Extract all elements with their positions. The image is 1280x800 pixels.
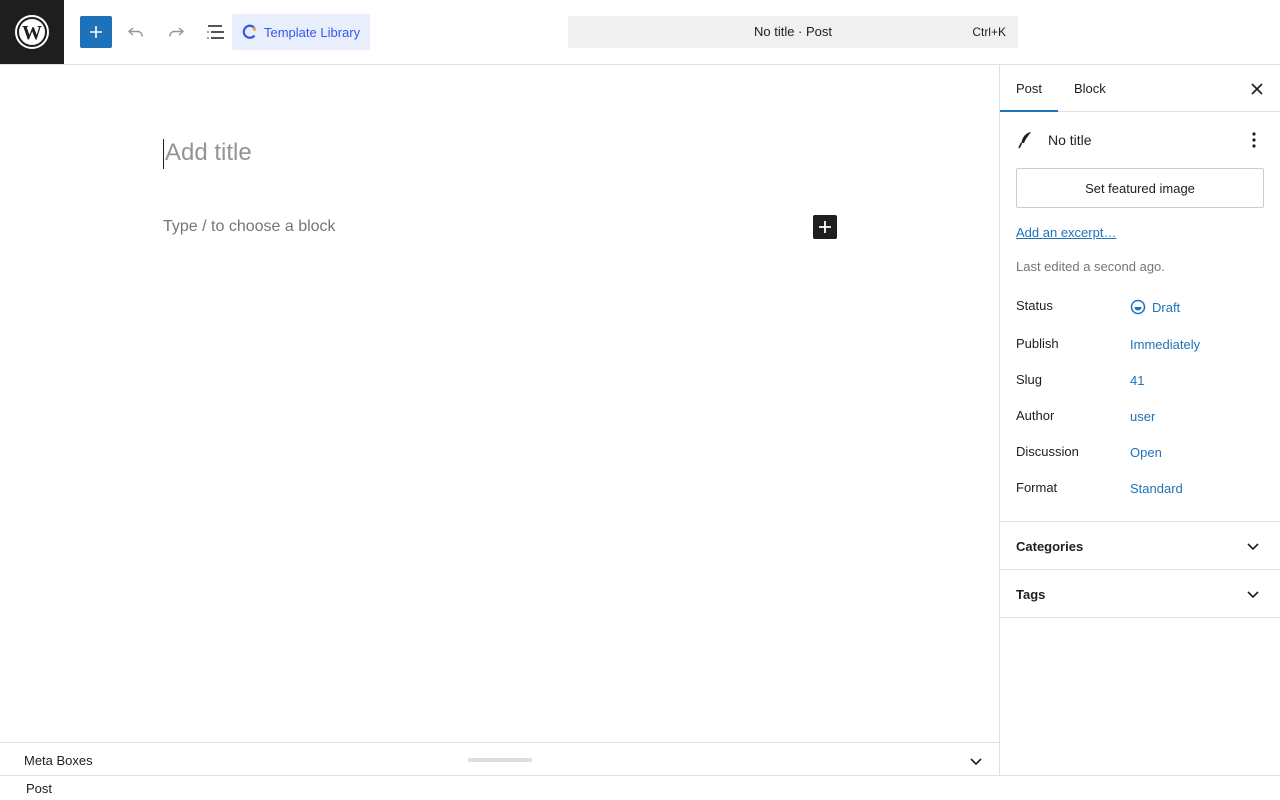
set-featured-image-button[interactable]: Set featured image	[1016, 168, 1264, 208]
plus-icon	[819, 221, 831, 233]
redo-icon	[169, 27, 185, 37]
settings-sidebar: Post Block No title Set featured image A…	[999, 65, 1280, 775]
more-vertical-icon	[1252, 132, 1256, 148]
sidebar-tabs: Post Block	[1000, 65, 1280, 112]
tab-block[interactable]: Block	[1058, 65, 1122, 112]
panel-divider	[1000, 617, 1280, 618]
meta-boxes-toggle[interactable]	[966, 751, 986, 771]
redo-button[interactable]	[160, 16, 192, 48]
plus-icon	[90, 26, 102, 38]
format-value-button[interactable]: Standard	[1130, 481, 1183, 496]
discussion-row: Discussion Open	[1016, 444, 1266, 464]
close-icon	[1251, 83, 1263, 95]
slug-value-button[interactable]: 41	[1130, 373, 1144, 388]
post-card: No title	[1016, 128, 1266, 152]
post-card-title: No title	[1048, 132, 1092, 148]
close-settings-button[interactable]	[1247, 79, 1267, 99]
command-shortcut: Ctrl+K	[972, 25, 1006, 39]
add-excerpt-link[interactable]: Add an excerpt…	[1016, 225, 1116, 240]
template-library-label: Template Library	[264, 24, 361, 40]
status-label: Status	[1016, 298, 1053, 313]
command-palette-bar[interactable]: No title · Post Ctrl+K	[568, 16, 1018, 48]
block-placeholder[interactable]: Type / to choose a block	[163, 218, 336, 236]
chevron-down-icon	[1245, 538, 1261, 554]
format-row: Format Standard	[1016, 480, 1266, 500]
breadcrumb-post[interactable]: Post	[26, 781, 52, 796]
meta-boxes-panel: Meta Boxes	[0, 742, 999, 776]
template-library-button[interactable]: Template Library	[232, 14, 370, 50]
post-title-input[interactable]: Add title	[163, 139, 252, 169]
meta-boxes-label: Meta Boxes	[24, 753, 93, 768]
discussion-label: Discussion	[1016, 444, 1079, 459]
last-edited-text: Last edited a second ago.	[1016, 259, 1165, 274]
status-row: Status Draft	[1016, 298, 1266, 318]
resize-handle[interactable]	[468, 758, 532, 762]
tab-post[interactable]: Post	[1000, 65, 1059, 112]
format-label: Format	[1016, 480, 1058, 495]
wordpress-logo-icon[interactable]: W	[0, 0, 64, 64]
slug-label: Slug	[1016, 372, 1043, 387]
categories-panel-title: Categories	[1016, 539, 1084, 554]
document-title: No title · Post	[753, 24, 833, 39]
author-row: Author user	[1016, 408, 1266, 428]
add-block-inline-button[interactable]	[813, 215, 837, 239]
status-value-button[interactable]: Draft	[1130, 299, 1180, 315]
undo-icon	[127, 27, 143, 37]
editor-header: W Template Library No title · Post Ctrl+…	[0, 0, 1280, 65]
svg-text:W: W	[22, 22, 42, 44]
quill-icon	[1018, 132, 1031, 149]
post-actions-button[interactable]	[1244, 130, 1264, 150]
categories-panel-toggle[interactable]: Categories	[1000, 521, 1280, 569]
tags-panel-toggle[interactable]: Tags	[1000, 569, 1280, 617]
publish-value-button[interactable]: Immediately	[1130, 337, 1200, 352]
editor-canvas: Add title Type / to choose a block	[0, 65, 999, 742]
chevron-down-icon	[1245, 586, 1261, 602]
add-block-button[interactable]	[80, 16, 112, 48]
chevron-down-icon	[970, 758, 982, 766]
undo-button[interactable]	[120, 16, 152, 48]
discussion-value-button[interactable]: Open	[1130, 445, 1162, 460]
list-view-button[interactable]	[200, 16, 232, 48]
author-value-button[interactable]: user	[1130, 409, 1155, 424]
draft-status-icon	[1130, 299, 1146, 315]
publish-row: Publish Immediately	[1016, 336, 1266, 356]
publish-label: Publish	[1016, 336, 1059, 351]
tags-panel-title: Tags	[1016, 587, 1046, 602]
slug-row: Slug 41	[1016, 372, 1266, 392]
author-label: Author	[1016, 408, 1055, 423]
template-library-icon	[242, 24, 257, 39]
block-breadcrumb-bar: Post	[0, 775, 1280, 800]
list-view-icon	[207, 25, 224, 39]
status-value: Draft	[1152, 299, 1181, 315]
